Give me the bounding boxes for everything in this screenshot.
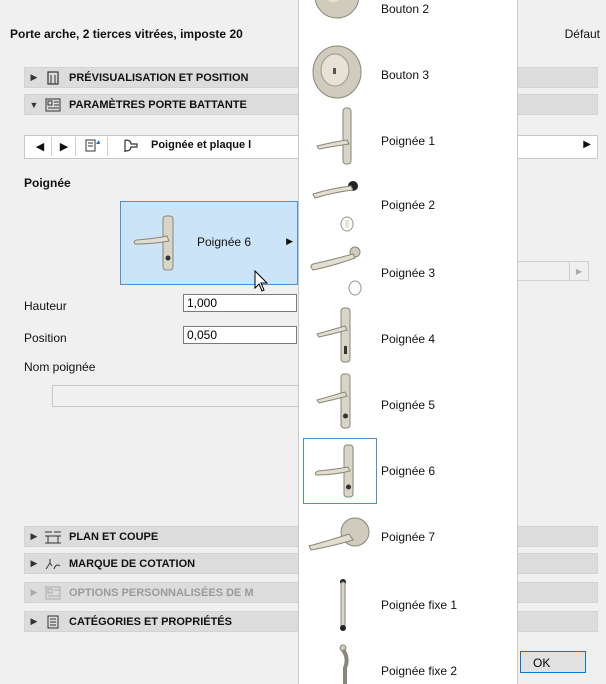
section-dimension-marker-label: MARQUE DE COTATION bbox=[69, 557, 196, 570]
position-input[interactable] bbox=[183, 326, 297, 344]
list-item-poignee-6[interactable]: Poignée 6 bbox=[299, 438, 517, 504]
lever-handle-icon bbox=[303, 370, 373, 432]
list-item-poignee-fixe-2[interactable]: Poignée fixe 2 bbox=[299, 638, 517, 684]
list-item-poignee-2[interactable]: Poignée 2 bbox=[299, 172, 517, 238]
list-item-label: Poignée fixe 1 bbox=[381, 598, 458, 612]
list-item-poignee-1[interactable]: Poignée 1 bbox=[299, 106, 517, 172]
page-list-button[interactable] bbox=[79, 137, 108, 156]
section-categories-label: CATÉGORIES ET PROPRIÉTÉS bbox=[69, 615, 232, 628]
door-frame-icon bbox=[43, 70, 63, 85]
disabled-field bbox=[512, 261, 570, 281]
selected-handle-label: Poignée 6 bbox=[197, 235, 252, 249]
list-item-label: Bouton 2 bbox=[381, 2, 430, 16]
disabled-field-button: ▶ bbox=[569, 261, 589, 281]
knob-icon bbox=[303, 0, 373, 32]
handle-page-icon bbox=[121, 138, 141, 157]
expand-arrow-icon: ▶ bbox=[30, 587, 38, 597]
list-item-poignee-fixe-1[interactable]: Poignée fixe 1 bbox=[299, 572, 517, 638]
expand-arrow-icon: ▶ bbox=[30, 72, 38, 82]
plan-section-icon bbox=[43, 530, 63, 544]
list-item-label: Poignée 2 bbox=[381, 198, 436, 212]
list-item-poignee-4[interactable]: Poignée 4 bbox=[299, 304, 517, 370]
list-item-label: Poignée 5 bbox=[381, 398, 436, 412]
list-item-label: Bouton 3 bbox=[381, 68, 430, 82]
arrow-right-icon: ▶ bbox=[59, 141, 69, 153]
fixed-handle-icon bbox=[303, 572, 373, 634]
handle-heading: Poignée bbox=[24, 176, 71, 190]
list-item-bouton-3[interactable]: Bouton 3 bbox=[299, 40, 517, 106]
list-item-poignee-3[interactable]: Poignée 3 bbox=[299, 238, 517, 304]
height-label: Hauteur bbox=[24, 299, 67, 313]
lever-handle-icon bbox=[129, 214, 185, 277]
section-custom-options-label: OPTIONS PERSONNALISÉES DE M bbox=[69, 586, 254, 599]
list-item-poignee-7[interactable]: Poignée 7 bbox=[299, 506, 517, 572]
mouse-cursor-icon bbox=[254, 269, 270, 297]
custom-options-icon bbox=[43, 586, 63, 600]
dialog-title: Porte arche, 2 tierces vitrées, imposte … bbox=[10, 27, 243, 41]
lever-handle-icon bbox=[303, 438, 377, 504]
list-item-label: Poignée 1 bbox=[381, 134, 436, 148]
list-item-label: Poignée 6 bbox=[381, 464, 436, 478]
section-plan-section-label: PLAN ET COUPE bbox=[69, 530, 159, 543]
lever-handle-icon bbox=[303, 304, 373, 366]
section-door-params-label: PARAMÈTRES PORTE BATTANTE bbox=[69, 98, 247, 111]
lever-handle-icon bbox=[303, 506, 373, 568]
categories-icon bbox=[43, 615, 63, 629]
arrow-left-icon: ◀ bbox=[35, 141, 45, 153]
page-label[interactable]: Poignée et plaque l bbox=[151, 139, 251, 151]
list-item-label: Poignée 7 bbox=[381, 530, 436, 544]
expand-arrow-icon: ▶ bbox=[30, 531, 38, 541]
expand-arrow-icon: ▶ bbox=[30, 616, 38, 626]
lever-handle-icon bbox=[303, 172, 373, 234]
list-item-label: Poignée 3 bbox=[381, 266, 436, 280]
expand-arrow-icon: ▶ bbox=[30, 558, 38, 568]
handle-selector[interactable]: Poignée 6 ▶ bbox=[120, 201, 298, 285]
handle-name-field[interactable] bbox=[52, 385, 300, 407]
lever-handle-icon bbox=[303, 106, 373, 168]
previous-page-button[interactable]: ◀ bbox=[29, 137, 52, 156]
list-item-bouton-2[interactable]: Bouton 2 bbox=[299, 0, 517, 36]
section-preview-label: PRÉVISUALISATION ET POSITION bbox=[69, 71, 249, 84]
dimension-marker-icon bbox=[43, 557, 63, 571]
door-params-icon bbox=[43, 98, 63, 112]
height-input[interactable] bbox=[183, 294, 297, 312]
position-label: Position bbox=[24, 331, 67, 345]
submenu-arrow-icon: ▶ bbox=[286, 236, 293, 246]
page-list-icon bbox=[85, 138, 101, 155]
list-item-label: Poignée fixe 2 bbox=[381, 664, 458, 678]
list-item-poignee-5[interactable]: Poignée 5 bbox=[299, 370, 517, 436]
fixed-handle-icon bbox=[303, 638, 373, 684]
handle-list-popup: Bouton 2 Bouton 3 Poignée 1 Poignée 2 Po… bbox=[298, 0, 518, 684]
default-label[interactable]: Défaut bbox=[565, 27, 600, 41]
lever-handle-icon bbox=[303, 238, 373, 300]
ok-button[interactable]: OK bbox=[520, 651, 586, 673]
name-label: Nom poignée bbox=[24, 360, 96, 374]
page-dropdown-arrow-icon[interactable]: ▶ bbox=[583, 139, 591, 150]
collapse-arrow-icon: ▼ bbox=[29, 99, 39, 110]
list-item-label: Poignée 4 bbox=[381, 332, 436, 346]
arrow-right-icon: ▶ bbox=[575, 266, 583, 276]
knob-icon bbox=[303, 40, 373, 102]
next-page-button[interactable]: ▶ bbox=[53, 137, 76, 156]
